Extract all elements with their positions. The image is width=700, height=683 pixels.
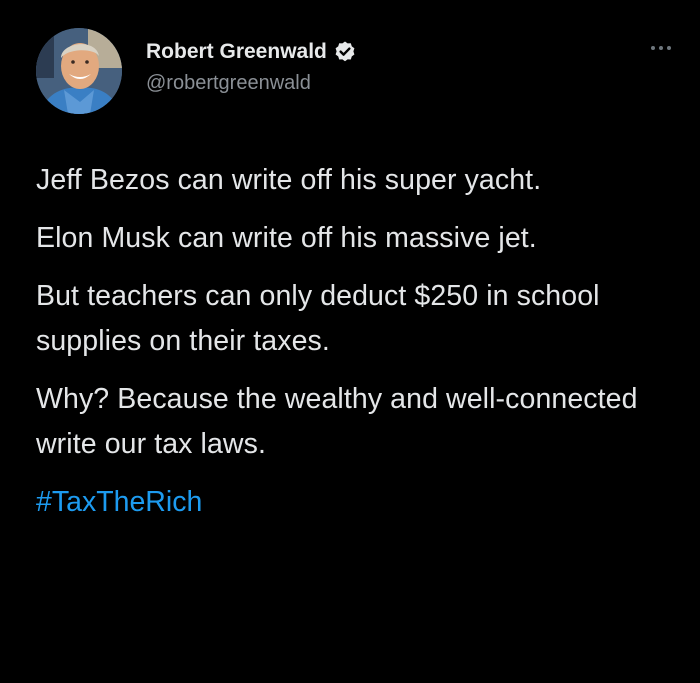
tweet-card: Robert Greenwald @robertgreenwald Jeff B… <box>0 0 700 683</box>
tweet-paragraph: But teachers can only deduct $250 in sch… <box>36 280 600 357</box>
display-name-row: Robert Greenwald <box>146 38 357 66</box>
hashtag-link[interactable]: #TaxTheRich <box>36 480 666 525</box>
tweet-text: Jeff Bezos can write off his super yacht… <box>36 158 666 525</box>
author-display-name[interactable]: Robert Greenwald <box>146 40 327 64</box>
author-names: Robert Greenwald @robertgreenwald <box>146 38 357 95</box>
tweet-paragraph: Why? Because the wealthy and well-connec… <box>36 383 638 460</box>
more-options-icon[interactable] <box>646 40 676 56</box>
verified-badge-icon <box>333 40 357 64</box>
avatar-image <box>36 28 122 114</box>
author-handle[interactable]: @robertgreenwald <box>146 72 357 95</box>
tweet-paragraph: Jeff Bezos can write off his super yacht… <box>36 164 542 196</box>
tweet-paragraph: Elon Musk can write off his massive jet. <box>36 222 537 254</box>
author-avatar[interactable] <box>36 28 122 114</box>
tweet-header: Robert Greenwald @robertgreenwald <box>36 28 676 118</box>
